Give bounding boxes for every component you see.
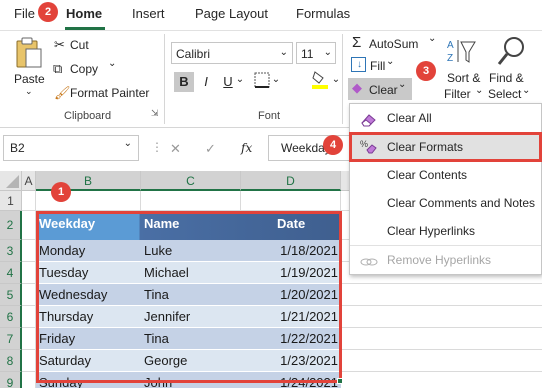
borders-dropdown-icon[interactable]: ⌄ bbox=[270, 70, 282, 90]
paste-dropdown-icon[interactable]: ⌄ bbox=[25, 86, 33, 97]
name-box-value: B2 bbox=[10, 141, 25, 155]
row-header-9[interactable]: 9 bbox=[0, 372, 22, 388]
clear-menu: Clear All % Clear Formats Clear Contents… bbox=[349, 103, 542, 275]
sort-filter-icon[interactable]: A Z bbox=[445, 36, 479, 68]
insert-function-button[interactable]: fx bbox=[241, 141, 252, 155]
menu-item-clear-comments-notes[interactable]: Clear Comments and Notes bbox=[350, 189, 541, 217]
font-group-label: Font bbox=[258, 110, 281, 122]
autosum-dropdown-icon[interactable]: ⌄ bbox=[428, 33, 436, 44]
ribbon-top-border bbox=[0, 30, 542, 31]
menu-item-label: Clear All bbox=[387, 111, 432, 125]
menu-item-clear-contents[interactable]: Clear Contents bbox=[350, 161, 541, 189]
font-size-select[interactable]: 11 ⌄ bbox=[296, 42, 336, 64]
clear-dropdown-icon: ⌄ bbox=[398, 79, 407, 90]
autosum-icon: Σ bbox=[352, 34, 362, 51]
column-header-a[interactable]: A bbox=[22, 171, 36, 191]
font-name-value: Calibri bbox=[176, 47, 211, 61]
find-select-icon[interactable] bbox=[496, 36, 526, 68]
tab-formulas[interactable]: Formulas bbox=[296, 6, 350, 21]
fill-color-icon[interactable] bbox=[310, 70, 330, 90]
row-header-7[interactable]: 7 bbox=[0, 328, 22, 350]
menu-item-clear-hyperlinks[interactable]: Clear Hyperlinks bbox=[350, 217, 541, 245]
font-size-value: 11 bbox=[301, 47, 314, 61]
clipboard-launcher-icon[interactable]: ⇲ bbox=[151, 108, 159, 119]
sort-filter-button[interactable]: Filter bbox=[444, 87, 471, 101]
tab-file[interactable]: File bbox=[14, 6, 35, 21]
copy-button[interactable]: Copy bbox=[70, 62, 98, 76]
ribbon-separator bbox=[164, 34, 165, 124]
clipboard-group-label: Clipboard bbox=[64, 110, 112, 122]
find-select-label[interactable]: Find & bbox=[489, 71, 524, 85]
menu-item-label: Clear Hyperlinks bbox=[387, 224, 476, 238]
menu-item-remove-hyperlinks: Remove Hyperlinks bbox=[350, 246, 541, 274]
tab-home[interactable]: Home bbox=[66, 6, 102, 21]
cancel-formula-icon[interactable]: ✕ bbox=[170, 141, 181, 157]
eraser-icon bbox=[360, 110, 378, 127]
menu-item-label: Clear Comments and Notes bbox=[387, 196, 536, 210]
paste-icon[interactable] bbox=[14, 37, 44, 69]
format-painter-icon: 🖌 bbox=[54, 85, 71, 100]
cut-button[interactable]: Cut bbox=[70, 38, 89, 52]
find-select-button[interactable]: Select bbox=[488, 87, 521, 101]
menu-item-label: Remove Hyperlinks bbox=[387, 253, 492, 267]
copy-icon: ⧉ bbox=[53, 61, 63, 76]
name-box-dropdown-icon[interactable]: ⌄ bbox=[124, 138, 132, 149]
select-all-corner[interactable] bbox=[0, 171, 22, 191]
row-header-6[interactable]: 6 bbox=[0, 306, 22, 328]
column-header-c[interactable]: C bbox=[141, 171, 241, 191]
bold-button[interactable]: B bbox=[174, 72, 194, 92]
clear-eraser-icon: ◆ bbox=[352, 80, 362, 95]
enter-formula-icon[interactable]: ✓ bbox=[205, 141, 216, 157]
row-header-5[interactable]: 5 bbox=[0, 284, 22, 306]
svg-text:A: A bbox=[447, 40, 454, 51]
autosum-button[interactable]: AutoSum bbox=[369, 37, 418, 51]
sort-filter-label[interactable]: Sort & bbox=[447, 71, 480, 85]
ribbon-separator bbox=[342, 34, 343, 124]
column-header-d[interactable]: D bbox=[241, 171, 341, 191]
row-header-2[interactable]: 2 bbox=[0, 211, 22, 240]
cut-icon: ✂ bbox=[54, 37, 65, 52]
menu-item-clear-all[interactable]: Clear All bbox=[350, 104, 541, 132]
row-header-4[interactable]: 4 bbox=[0, 262, 22, 284]
formula-bar-grip-icon: ⋮ bbox=[151, 140, 163, 154]
step-badge-1: 1 bbox=[51, 182, 71, 202]
selection-outline bbox=[36, 211, 342, 383]
step-badge-4: 4 bbox=[323, 135, 343, 155]
paste-button[interactable]: Paste bbox=[14, 72, 45, 86]
name-box[interactable]: B2 ⌄ bbox=[3, 135, 139, 161]
fill-icon: ↓ bbox=[351, 57, 366, 72]
step-badge-2: 2 bbox=[38, 2, 58, 22]
clear-button-label: Clear bbox=[369, 83, 398, 97]
menu-item-clear-formats[interactable]: % Clear Formats bbox=[349, 132, 542, 162]
fill-color-dropdown-icon[interactable]: ⌄ bbox=[330, 70, 342, 90]
clear-formats-icon: % bbox=[360, 138, 378, 154]
tab-page-layout[interactable]: Page Layout bbox=[195, 6, 268, 21]
row-header-1[interactable]: 1 bbox=[0, 191, 22, 211]
fill-handle[interactable] bbox=[337, 378, 343, 384]
italic-button[interactable]: I bbox=[196, 72, 216, 92]
format-painter-button[interactable]: Format Painter bbox=[70, 86, 149, 100]
menu-item-label: Clear Contents bbox=[387, 168, 468, 182]
remove-hyperlinks-icon bbox=[360, 252, 378, 268]
sort-filter-dropdown-icon[interactable]: ⌄ bbox=[475, 85, 483, 96]
borders-icon[interactable] bbox=[252, 72, 272, 92]
fill-button[interactable]: Fill bbox=[370, 59, 385, 73]
row-header-3[interactable]: 3 bbox=[0, 240, 22, 262]
step-badge-3: 3 bbox=[416, 61, 436, 81]
fill-dropdown-icon[interactable]: ⌄ bbox=[386, 56, 394, 67]
font-name-dropdown-icon[interactable]: ⌄ bbox=[280, 47, 288, 58]
find-select-dropdown-icon[interactable]: ⌄ bbox=[522, 85, 530, 96]
underline-dropdown-icon[interactable]: ⌄ bbox=[234, 70, 246, 90]
row-header-8[interactable]: 8 bbox=[0, 350, 22, 372]
tab-insert[interactable]: Insert bbox=[132, 6, 165, 21]
svg-text:%: % bbox=[360, 139, 368, 149]
menu-item-label: Clear Formats bbox=[387, 140, 464, 154]
font-size-dropdown-icon[interactable]: ⌄ bbox=[324, 47, 332, 58]
copy-dropdown-icon[interactable]: ⌄ bbox=[108, 58, 116, 69]
svg-text:Z: Z bbox=[447, 53, 453, 64]
font-name-select[interactable]: Calibri ⌄ bbox=[171, 42, 293, 64]
